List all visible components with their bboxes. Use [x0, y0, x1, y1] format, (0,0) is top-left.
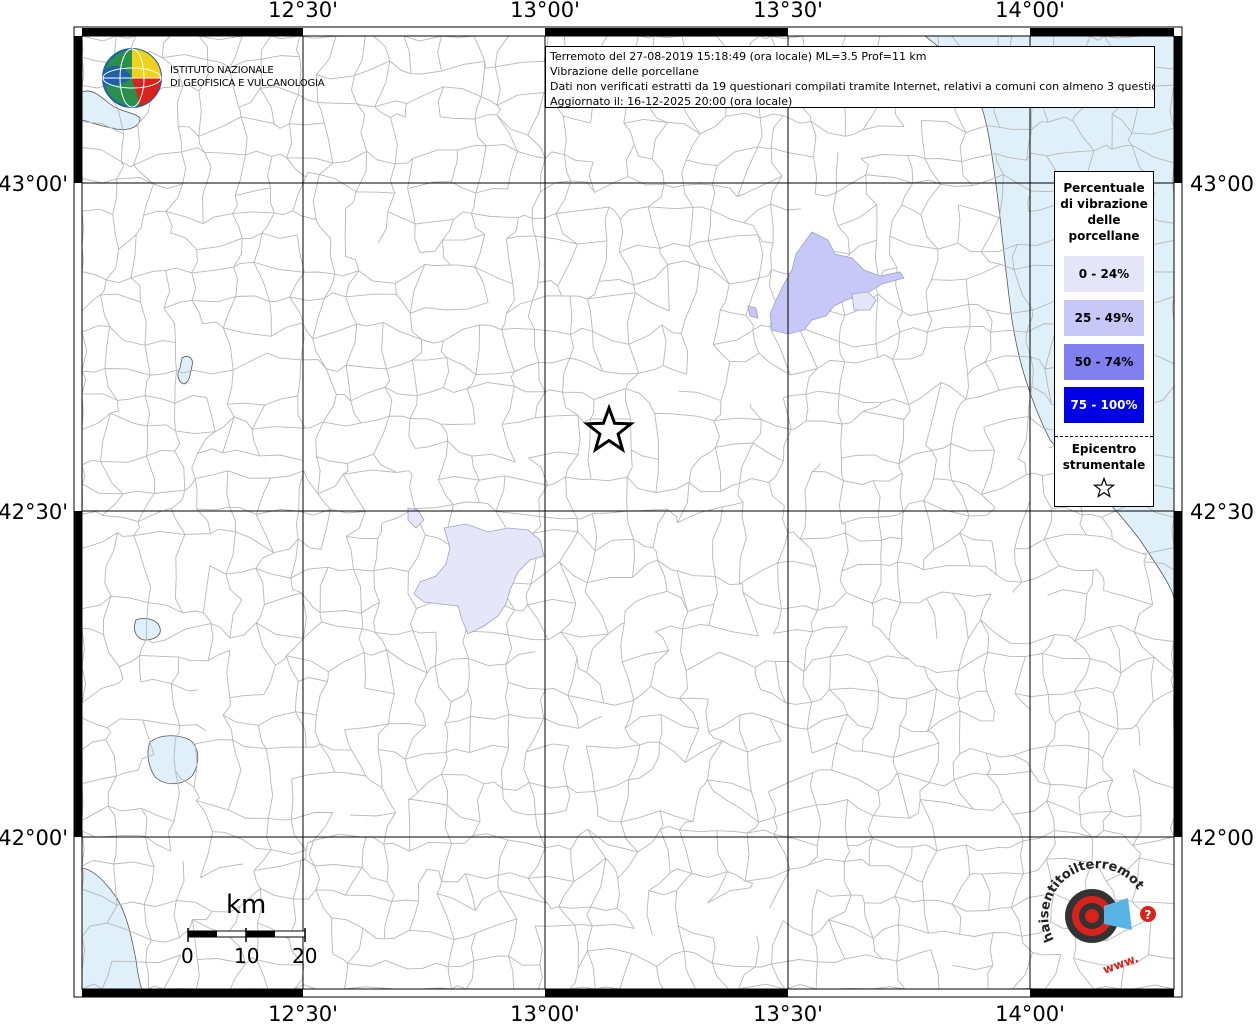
lon-label-bottom-4: 14°00'	[995, 1002, 1065, 1024]
legend-epicenter-line-2: strumentale	[1062, 458, 1146, 472]
event-info-line-4: Aggiornato il: 16-12-2025 20:00 (ora loc…	[550, 95, 793, 108]
legend-item-75-100: 75 - 100%	[1064, 387, 1144, 423]
legend-title-line-4: porcellane	[1068, 229, 1140, 243]
event-info-line-2: Vibrazione delle porcellane	[550, 65, 699, 78]
legend-item-25-49: 25 - 49%	[1064, 300, 1144, 336]
legend-title: Percentuale di vibrazione delle porcella…	[1055, 180, 1153, 244]
lat-label-left-3: 42°00'	[0, 826, 68, 850]
scale-label-20: 20	[292, 944, 318, 968]
lon-label-top-2: 13°00'	[510, 0, 580, 22]
legend-item-50-74: 50 - 74%	[1064, 344, 1144, 380]
legend-separator	[1055, 436, 1153, 437]
map-canvas: 12°30' 13°00' 13°30' 14°00' 12°30' 13°00…	[0, 0, 1256, 1024]
legend-epicenter-line-1: Epicentro	[1071, 442, 1137, 456]
lon-label-bottom-1: 12°30'	[268, 1002, 338, 1024]
lat-label-right-2: 42°30'	[1190, 500, 1256, 524]
legend-title-line-1: Percentuale	[1063, 181, 1145, 195]
ingv-line-1: ISTITUTO NAZIONALE	[170, 65, 274, 76]
lake-bracciano	[147, 735, 199, 785]
lon-label-bottom-2: 13°00'	[510, 1002, 580, 1024]
legend-item-0-24: 0 - 24%	[1064, 256, 1144, 292]
event-info-line-1: Terremoto del 27-08-2019 15:18:49 (ora l…	[550, 50, 927, 63]
lon-label-top-1: 12°30'	[268, 0, 338, 22]
lon-label-bottom-3: 13°30'	[753, 1002, 823, 1024]
event-info-box: Terremoto del 27-08-2019 15:18:49 (ora l…	[545, 46, 1155, 108]
lat-label-left-2: 42°30'	[0, 500, 68, 524]
ingv-logo-text: ISTITUTO NAZIONALE DI GEOFISICA E VULCAN…	[170, 64, 325, 90]
ingv-logo-icon	[102, 48, 162, 108]
ingv-line-2: DI GEOFISICA E VULCANOLOGIA	[170, 78, 325, 89]
event-info-line-3: Dati non verificati estratti da 19 quest…	[550, 80, 1155, 93]
legend-title-line-3: delle	[1087, 213, 1121, 227]
lat-label-right-1: 43°00'	[1190, 172, 1256, 196]
lat-label-right-3: 42°00'	[1190, 826, 1256, 850]
hst-badge-text: ?	[1145, 908, 1152, 922]
legend-title-line-2: di vibrazione	[1060, 197, 1148, 211]
legend-epicenter-label: Epicentro strumentale	[1055, 441, 1153, 473]
legend: Percentuale di vibrazione delle porcella…	[1054, 171, 1154, 507]
legend-star-icon	[1092, 476, 1116, 503]
scale-label-10: 10	[234, 944, 260, 968]
scale-label-0: 0	[181, 944, 194, 968]
lat-label-left-1: 43°00'	[0, 172, 68, 196]
scale-unit: km	[226, 890, 267, 920]
lon-label-top-4: 14°00'	[995, 0, 1065, 22]
lon-label-top-3: 13°30'	[753, 0, 823, 22]
